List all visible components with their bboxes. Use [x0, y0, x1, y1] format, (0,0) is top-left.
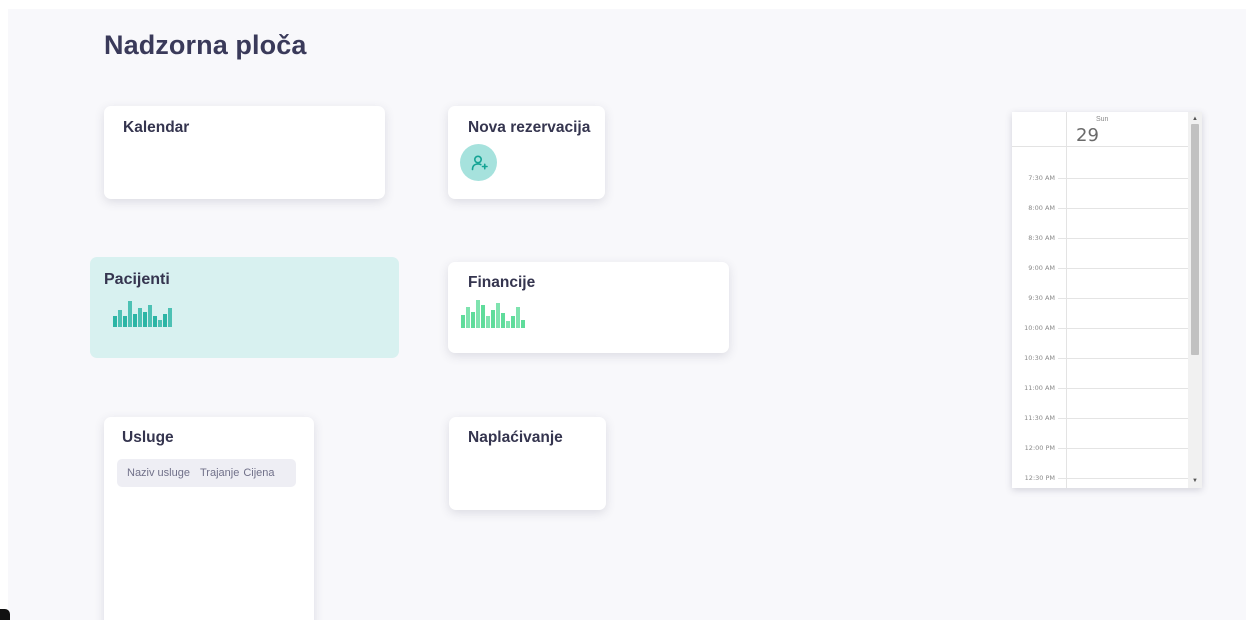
sparkline-bar: [148, 304, 152, 327]
nova-rezervacija-card-title: Nova rezervacija: [468, 119, 591, 136]
calendar-day-number[interactable]: 29: [1076, 125, 1099, 146]
day-calendar[interactable]: Sun 29 7:30 AM 8:00 AM 8:30 AM 9:00 AM 9:30 …: [1012, 112, 1202, 488]
time-slot-label: 10:00 AM: [1024, 324, 1055, 332]
sparkline-bar: [118, 310, 122, 327]
page-title: Nadzorna ploča: [104, 30, 307, 60]
calendar-day-of-week: Sun: [1096, 116, 1109, 123]
calendar-scrollbar-thumb[interactable]: [1191, 124, 1199, 355]
page: Nadzorna ploča Kalendar Nova rezervacija…: [0, 0, 1246, 620]
add-user-icon: [471, 154, 488, 170]
sparkline-bar: [506, 321, 510, 328]
sparkline-bar: [466, 306, 470, 328]
nova-rezervacija-card[interactable]: Nova rezervacija: [448, 106, 605, 199]
time-slot-label: 9:30 AM: [1028, 294, 1055, 302]
calendar-time-divider: [1066, 112, 1067, 488]
calendar-header: Sun 29: [1012, 112, 1188, 147]
time-slot-label: 8:00 AM: [1028, 204, 1055, 212]
sparkline-bar: [516, 306, 520, 328]
time-slot-line[interactable]: [1058, 238, 1188, 239]
kalendar-card-title: Kalendar: [123, 119, 190, 136]
sparkline-bar: [496, 303, 500, 328]
sparkline-bar: [143, 312, 147, 327]
time-slot-line[interactable]: [1058, 478, 1188, 479]
time-slot-line[interactable]: [1058, 328, 1188, 329]
partial-glyph: [0, 609, 10, 620]
time-slot-line[interactable]: [1058, 268, 1188, 269]
time-slot-line[interactable]: [1058, 298, 1188, 299]
financije-card[interactable]: Financije: [448, 262, 729, 353]
time-slot-label: 8:30 AM: [1028, 234, 1055, 242]
usluge-card[interactable]: Usluge Naziv usluge Trajanje Cijena: [104, 417, 314, 620]
time-slot-line[interactable]: [1058, 388, 1188, 389]
time-slot-label: 10:30 AM: [1024, 354, 1055, 362]
kalendar-card[interactable]: Kalendar: [104, 106, 385, 199]
sparkline-bar: [476, 300, 480, 328]
time-slot-label: 9:00 AM: [1028, 264, 1055, 272]
sparkline-bar: [138, 308, 142, 327]
sparkline-bar: [491, 309, 495, 328]
time-slot-label: 12:00 PM: [1024, 444, 1055, 452]
sparkline-bar: [158, 319, 162, 327]
sparkline-bar: [461, 314, 465, 328]
sparkline-bar: [123, 315, 127, 327]
new-reservation-button[interactable]: [460, 144, 497, 181]
time-slot-line[interactable]: [1058, 358, 1188, 359]
sparkline-bar: [163, 314, 167, 327]
scroll-up-icon[interactable]: ▲: [1191, 115, 1199, 123]
sparkline-bar: [501, 313, 505, 328]
sparkline-bar: [486, 316, 490, 328]
financije-card-title: Financije: [468, 274, 536, 291]
time-slot-line[interactable]: [1058, 208, 1188, 209]
naplacivanje-card-title: Naplaćivanje: [468, 429, 563, 446]
time-slot-line[interactable]: [1058, 178, 1188, 179]
time-slot-line[interactable]: [1058, 418, 1188, 419]
naplacivanje-card[interactable]: Naplaćivanje: [449, 417, 606, 510]
column-header-trajanje[interactable]: Trajanje: [194, 467, 243, 479]
sparkline-bar: [128, 301, 132, 327]
sparkline-bar: [168, 308, 172, 327]
time-slot-line[interactable]: [1058, 448, 1188, 449]
financije-sparkline: [461, 300, 525, 328]
usluge-table-header: Naziv usluge Trajanje Cijena: [117, 459, 296, 487]
time-slot-label: 11:30 AM: [1024, 414, 1055, 422]
sparkline-bar: [521, 319, 525, 328]
sparkline-bar: [471, 311, 475, 328]
sparkline-bar: [113, 315, 117, 327]
sparkline-bar: [153, 315, 157, 327]
sparkline-bar: [511, 316, 515, 328]
sparkline-bar: [133, 314, 137, 327]
usluge-card-title: Usluge: [122, 429, 174, 446]
sparkline-bar: [481, 304, 485, 328]
time-slot-label: 11:00 AM: [1024, 384, 1055, 392]
pacijenti-sparkline: [113, 301, 172, 327]
pacijenti-card-title: Pacijenti: [104, 271, 170, 288]
time-slot-label: 7:30 AM: [1028, 174, 1055, 182]
column-header-cijena[interactable]: Cijena: [243, 467, 278, 479]
column-header-naziv-usluge[interactable]: Naziv usluge: [117, 467, 194, 479]
pacijenti-card[interactable]: Pacijenti: [90, 257, 399, 358]
time-slot-label: 12:30 PM: [1024, 474, 1055, 482]
scroll-down-icon[interactable]: ▼: [1191, 477, 1199, 485]
